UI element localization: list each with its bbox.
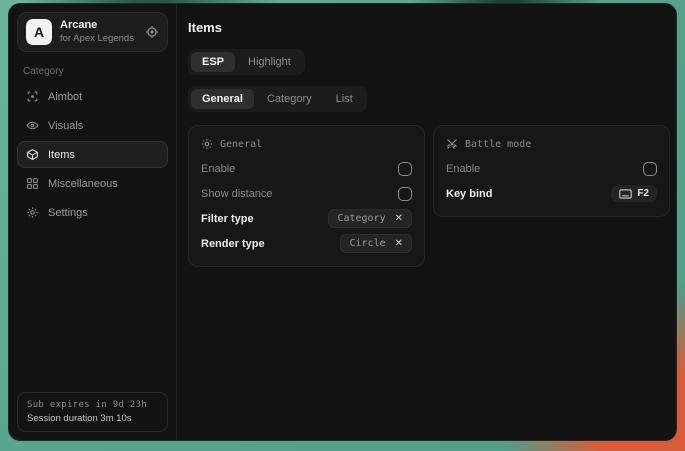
sidebar-item-settings[interactable]: Settings — [17, 199, 168, 226]
sidebar: A Arcane for Apex Legends Category — [9, 4, 177, 440]
setting-row-render-type: Render type Circle ✕ — [201, 231, 412, 256]
sidebar-item-aimbot[interactable]: Aimbot — [17, 83, 168, 110]
tab-category[interactable]: Category — [256, 89, 323, 109]
session-duration-text: Session duration 3m 10s — [27, 413, 158, 424]
app-subtitle: for Apex Legends — [60, 33, 137, 45]
setting-label: Render type — [201, 238, 265, 250]
show-distance-checkbox[interactable] — [398, 187, 412, 201]
main-content: Items ESP Highlight General Category Lis… — [177, 4, 677, 440]
setting-row-enable: Enable — [201, 156, 412, 181]
brand-text: Arcane for Apex Legends — [60, 19, 137, 45]
sidebar-item-items[interactable]: Items — [17, 141, 168, 168]
setting-label: Key bind — [446, 188, 492, 200]
panel-battle-mode: Battle mode Enable Key bind — [433, 125, 670, 217]
close-icon[interactable]: ✕ — [395, 239, 403, 249]
package-icon — [26, 148, 39, 161]
render-type-select[interactable]: Circle ✕ — [340, 234, 412, 253]
key-bind-value: F2 — [637, 188, 649, 199]
gear-icon — [26, 206, 39, 219]
sidebar-item-label: Visuals — [48, 120, 83, 132]
sidebar-nav: Aimbot Visuals Items — [17, 83, 168, 226]
select-value: Circle — [349, 238, 385, 249]
panel-general: General Enable Show distance Filter type… — [188, 125, 425, 267]
setting-label: Show distance — [201, 188, 273, 200]
sidebar-item-label: Settings — [48, 207, 88, 219]
page-title: Items — [188, 20, 670, 35]
app-title: Arcane — [60, 19, 137, 33]
panel-title: Battle mode — [465, 139, 531, 150]
filter-type-select[interactable]: Category ✕ — [328, 209, 412, 228]
enable-checkbox[interactable] — [398, 162, 412, 176]
setting-label: Filter type — [201, 213, 254, 225]
sun-icon — [201, 138, 213, 150]
setting-row-filter-type: Filter type Category ✕ — [201, 206, 412, 231]
battle-enable-checkbox[interactable] — [643, 162, 657, 176]
brand-card: A Arcane for Apex Legends — [17, 12, 168, 52]
grid-icon — [26, 177, 39, 190]
sidebar-item-miscellaneous[interactable]: Miscellaneous — [17, 170, 168, 197]
panel-title: General — [220, 139, 262, 150]
view-tabs: General Category List — [188, 86, 367, 112]
setting-label: Enable — [446, 163, 480, 175]
tab-esp[interactable]: ESP — [191, 52, 235, 72]
setting-label: Enable — [201, 163, 235, 175]
crosshair-icon — [26, 90, 39, 103]
target-icon[interactable] — [145, 25, 159, 39]
sidebar-item-label: Items — [48, 149, 75, 161]
setting-row-show-distance: Show distance — [201, 181, 412, 206]
tab-highlight[interactable]: Highlight — [237, 52, 302, 72]
tab-general[interactable]: General — [191, 89, 254, 109]
close-icon[interactable]: ✕ — [395, 214, 403, 224]
subscription-info-card: Sub expires in 9d 23h Session duration 3… — [17, 392, 168, 432]
key-bind-button[interactable]: F2 — [611, 185, 657, 202]
sub-expires-text: Sub expires in 9d 23h — [27, 400, 158, 410]
swords-icon — [446, 138, 458, 150]
setting-row-key-bind: Key bind F2 — [446, 181, 657, 206]
sidebar-item-label: Miscellaneous — [48, 178, 118, 190]
keyboard-icon — [619, 189, 632, 199]
tab-list[interactable]: List — [325, 89, 364, 109]
app-logo: A — [26, 19, 52, 45]
sidebar-section-label: Category — [23, 66, 162, 77]
setting-row-enable: Enable — [446, 156, 657, 181]
mode-tabs: ESP Highlight — [188, 49, 305, 75]
sidebar-item-visuals[interactable]: Visuals — [17, 112, 168, 139]
sidebar-item-label: Aimbot — [48, 91, 82, 103]
app-window: A Arcane for Apex Legends Category — [8, 3, 677, 441]
select-value: Category — [337, 213, 385, 224]
eye-icon — [26, 119, 39, 132]
